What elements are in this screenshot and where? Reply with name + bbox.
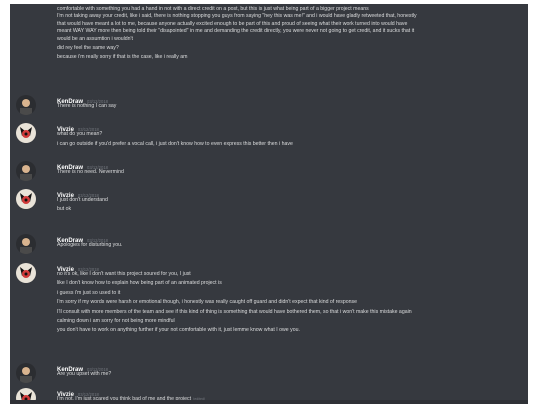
avatar[interactable] — [16, 161, 36, 181]
message-line: did rey feel the same way? — [57, 45, 119, 52]
message-line: i can go outside if you'd prefer a vocal… — [57, 141, 293, 148]
message-line: Are you upset with me? — [57, 371, 112, 377]
message-line: I'll consult with more members of the te… — [57, 308, 412, 315]
avatar[interactable] — [16, 363, 36, 383]
chat-window: comfortable with something you had a han… — [10, 4, 528, 404]
message-line: that would have meant a lot to me, becau… — [57, 20, 408, 27]
message-line: I'm sorry if my words were harsh or emot… — [57, 299, 358, 306]
vivzie-avatar-icon — [20, 267, 32, 278]
avatar[interactable] — [16, 234, 36, 254]
message-line: no it's ok, like I don't want this proje… — [57, 271, 191, 277]
message-line: There is no need. Nevermind — [57, 169, 124, 175]
kendraw-avatar-icon — [20, 366, 32, 383]
message-line: but ok — [57, 206, 72, 213]
message-line: i guess i'm just so used to it — [57, 289, 121, 296]
kendraw-avatar-icon — [20, 98, 32, 115]
message-line: comfortable with something you had a han… — [57, 6, 369, 12]
message-line: There is nothing I can say — [57, 103, 117, 109]
avatar[interactable] — [16, 95, 36, 115]
vivzie-avatar-icon — [20, 193, 32, 204]
message-line: I just don't understand — [57, 197, 108, 203]
message-line: meant WAY WAY more then being told their… — [57, 28, 415, 35]
kendraw-avatar-icon — [20, 237, 32, 254]
message-line: calming down i am sorry for not being mo… — [57, 318, 175, 325]
message-line: Apologies for disturbing you. — [57, 242, 123, 248]
message-line: like I don't know how to explain how bei… — [57, 280, 222, 287]
message-line: what do you mean? — [57, 131, 103, 137]
message-line: because i'm really sorry if that is the … — [57, 54, 188, 61]
horizontal-scrollbar[interactable] — [10, 400, 528, 404]
message-line: would be an assumtion i wouldn't — [57, 35, 133, 42]
message-line: you don't have to work on anything furth… — [57, 327, 300, 334]
vivzie-avatar-icon — [20, 127, 32, 138]
kendraw-avatar-icon — [20, 164, 32, 181]
message-line: I'm not taking away your credit, like i … — [57, 13, 417, 20]
avatar[interactable] — [16, 123, 36, 143]
avatar[interactable] — [16, 189, 36, 209]
message-continuation: comfortable with something you had a han… — [57, 6, 524, 62]
avatar[interactable] — [16, 263, 36, 283]
